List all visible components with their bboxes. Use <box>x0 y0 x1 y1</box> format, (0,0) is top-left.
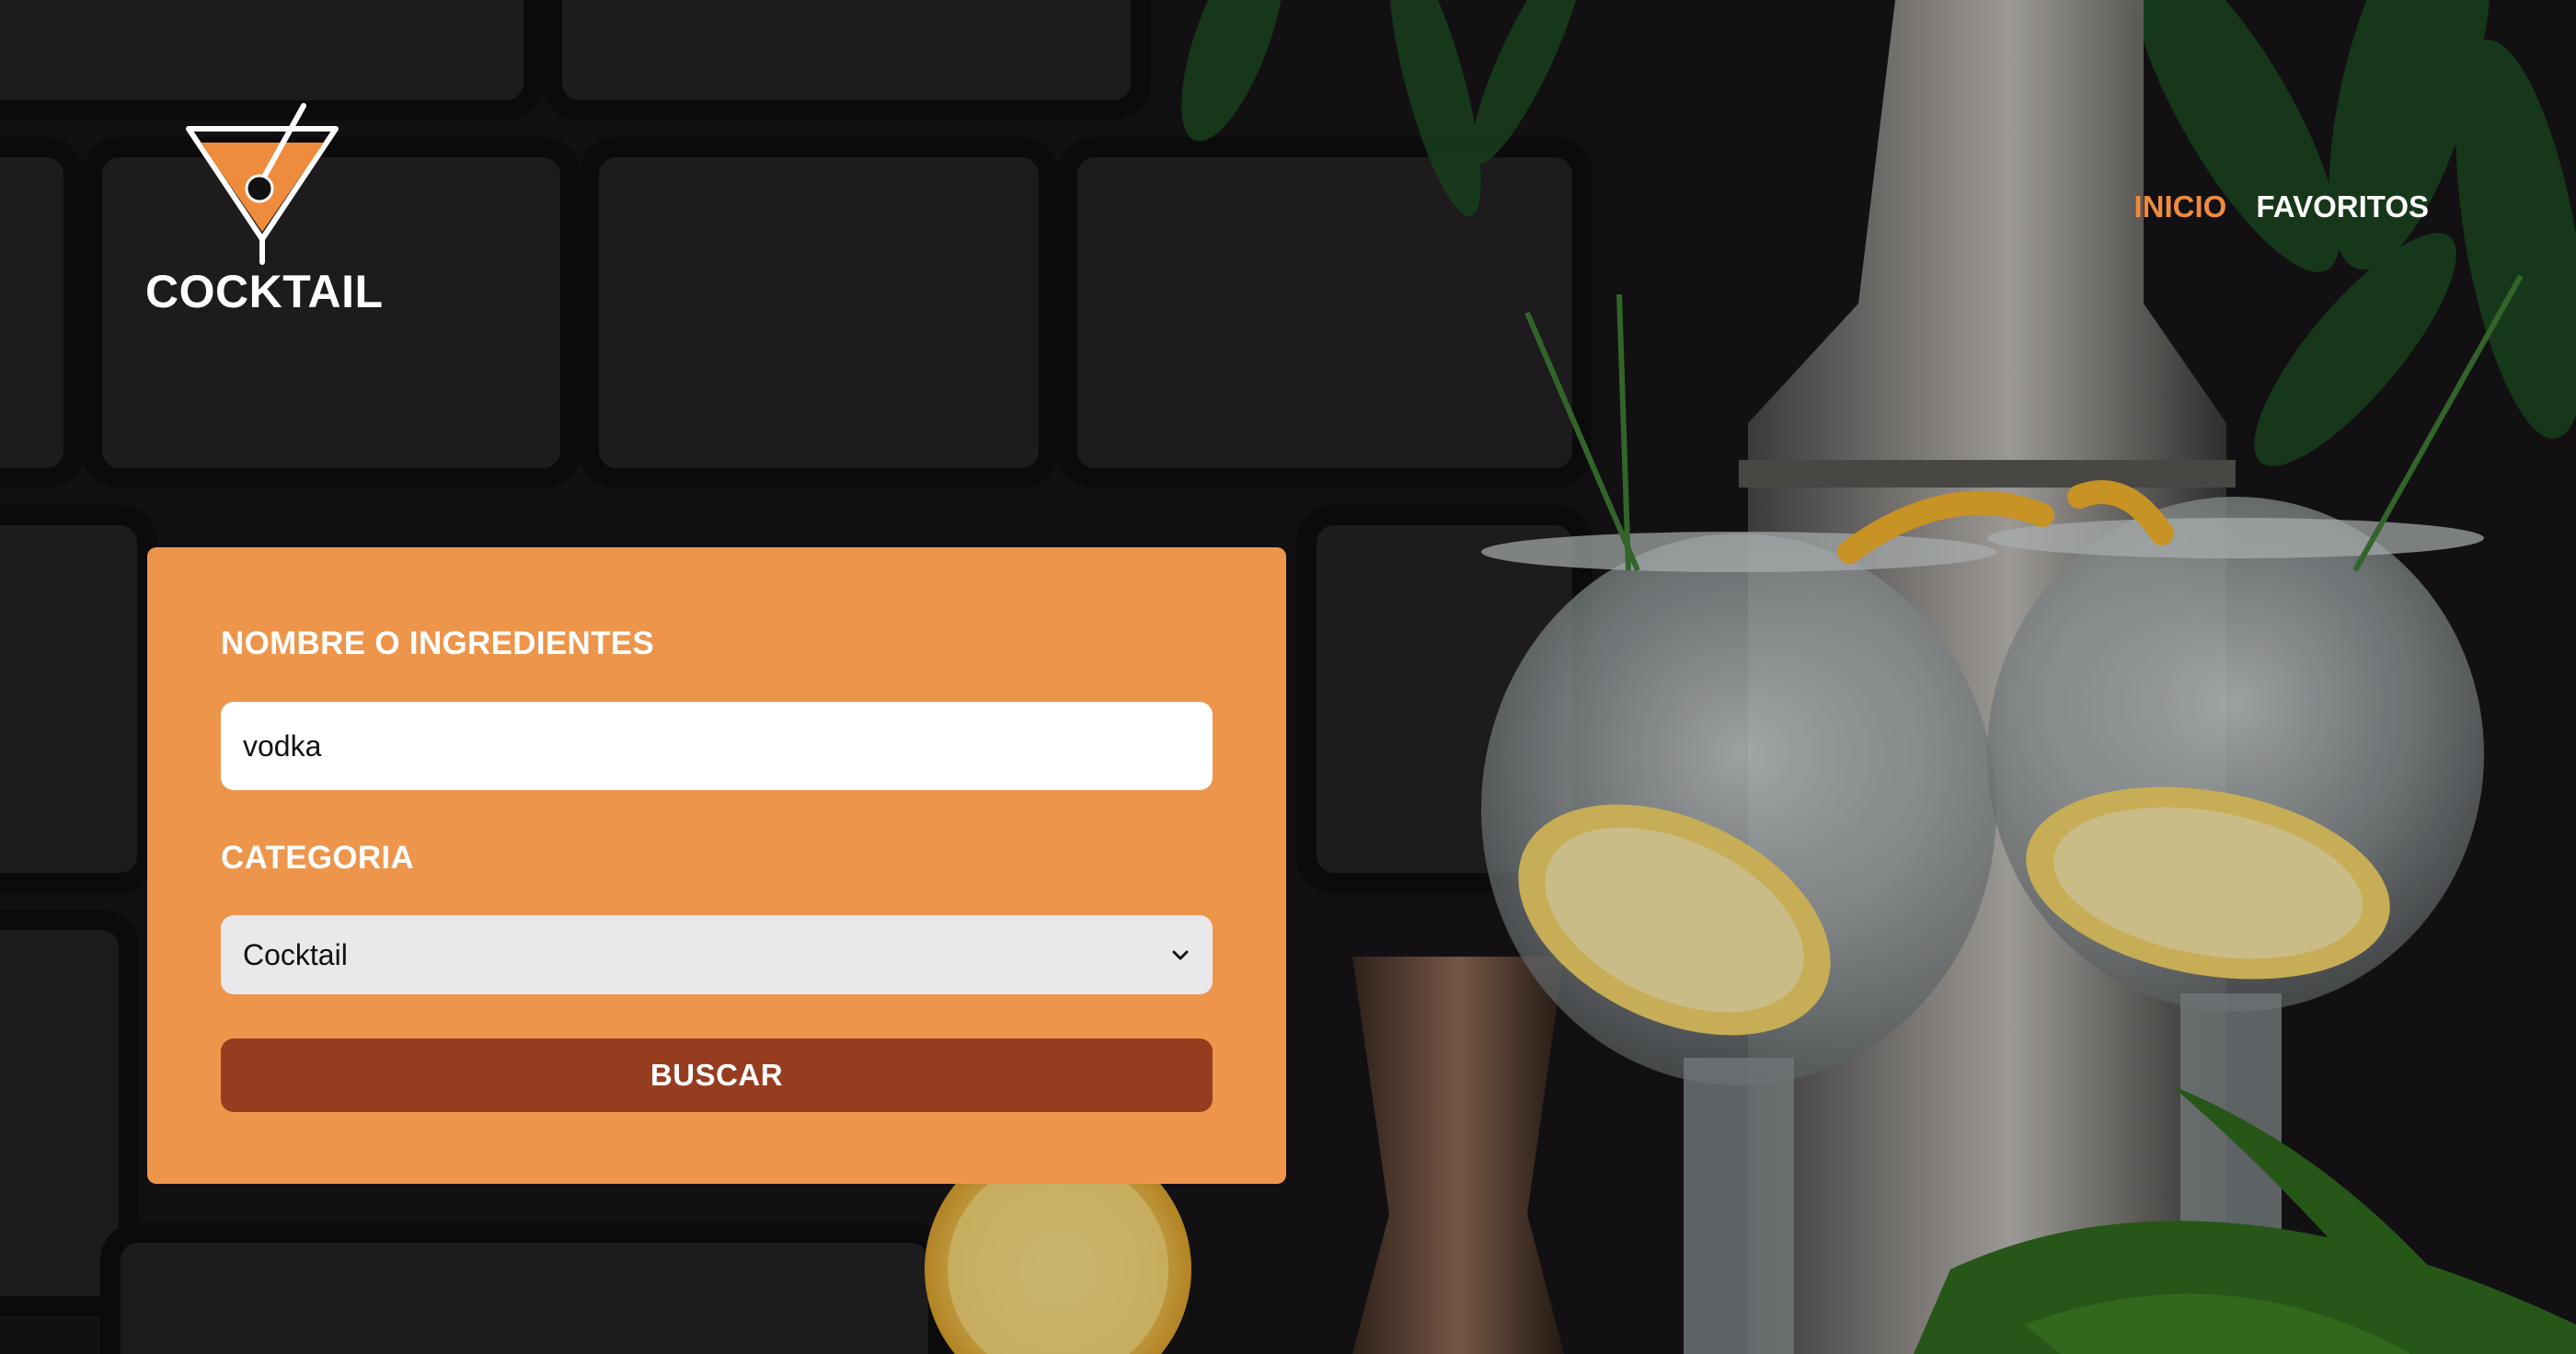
search-form: NOMBRE O INGREDIENTES CATEGORIA Cocktail… <box>147 547 1286 1184</box>
search-button[interactable]: BUSCAR <box>221 1038 1213 1112</box>
category-select-value: Cocktail <box>243 937 348 971</box>
main-nav: INICIO FAVORITOS <box>2134 189 2429 224</box>
name-ingredients-input[interactable] <box>221 702 1213 790</box>
category-select[interactable]: Cocktail <box>221 915 1213 994</box>
martini-glass-icon <box>186 103 339 265</box>
nav-link-inicio[interactable]: INICIO <box>2134 189 2227 224</box>
logo-text: COCKTAIL <box>145 266 384 317</box>
chevron-down-icon <box>1172 950 1189 960</box>
site-logo[interactable]: COCKTAIL <box>138 101 396 322</box>
category-label: CATEGORIA <box>221 840 415 876</box>
home-page: COCKTAIL INICIO FAVORITOS NOMBRE O INGRE… <box>0 0 2576 1354</box>
name-ingredients-label: NOMBRE O INGREDIENTES <box>221 625 655 661</box>
nav-link-favoritos[interactable]: FAVORITOS <box>2256 189 2429 224</box>
